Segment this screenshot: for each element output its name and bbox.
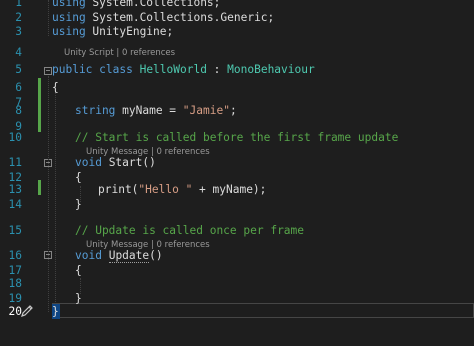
code-comment-update[interactable]: // Update is called once per frame	[75, 223, 304, 238]
line-number: 1	[15, 0, 22, 9]
current-line-highlight	[52, 303, 474, 318]
line-number: 6	[15, 81, 22, 94]
code-line-print[interactable]: print("Hello " + myName);	[98, 182, 266, 197]
collapse-icon[interactable]	[44, 67, 52, 75]
code-editor[interactable]: 1 2 3 4 5 6 7 8 9 10 11 12 13 14 15 16 1…	[0, 0, 474, 346]
line-number-active: 20	[8, 305, 22, 318]
line-number: 3	[15, 25, 22, 38]
line-number: 15	[8, 224, 22, 237]
line-number: 14	[8, 198, 22, 211]
change-indicator	[38, 78, 41, 132]
code-brace-open[interactable]: {	[75, 263, 82, 278]
code-line-5[interactable]: public class HelloWorld : MonoBehaviour	[52, 62, 315, 77]
code-brace-close[interactable]: }	[75, 291, 82, 306]
line-number: 16	[8, 249, 22, 262]
line-number: 18	[8, 277, 22, 290]
edit-pencil-icon[interactable]	[20, 304, 34, 318]
line-number: 4	[15, 46, 22, 59]
line-number: 10	[8, 131, 22, 144]
code-line-2[interactable]: using System.Collections.Generic;	[52, 10, 274, 25]
code-brace-open[interactable]: {	[75, 170, 82, 185]
change-indicator	[38, 180, 41, 195]
line-number: 8	[15, 104, 22, 117]
indent-guide	[48, 0, 49, 36]
indent-guide	[48, 76, 49, 312]
line-number: 2	[15, 11, 22, 24]
code-line-8[interactable]: string myName = "Jamie";	[75, 103, 237, 118]
code-line-class-close[interactable]: }	[52, 304, 59, 319]
codelens-references[interactable]: Unity Script | 0 references	[64, 47, 175, 59]
indent-guide	[55, 92, 56, 302]
line-number: 11	[8, 156, 22, 169]
code-line-1[interactable]: using System.Collections;	[52, 0, 220, 10]
line-number: 5	[15, 63, 22, 76]
line-number: 13	[8, 183, 22, 196]
code-line-3[interactable]: using UnityEngine;	[52, 24, 173, 39]
line-number-gutter: 1 2 3 4 5 6 7 8 9 10 11 12 13 14 15 16 1…	[0, 0, 40, 346]
code-brace-close[interactable]: }	[75, 197, 82, 212]
code-comment-start[interactable]: // Start is called before the first fram…	[75, 130, 398, 145]
code-line-start[interactable]: void Start()	[75, 155, 156, 170]
code-line-update[interactable]: void Update()	[75, 248, 163, 263]
code-line-7[interactable]: {	[52, 80, 59, 95]
